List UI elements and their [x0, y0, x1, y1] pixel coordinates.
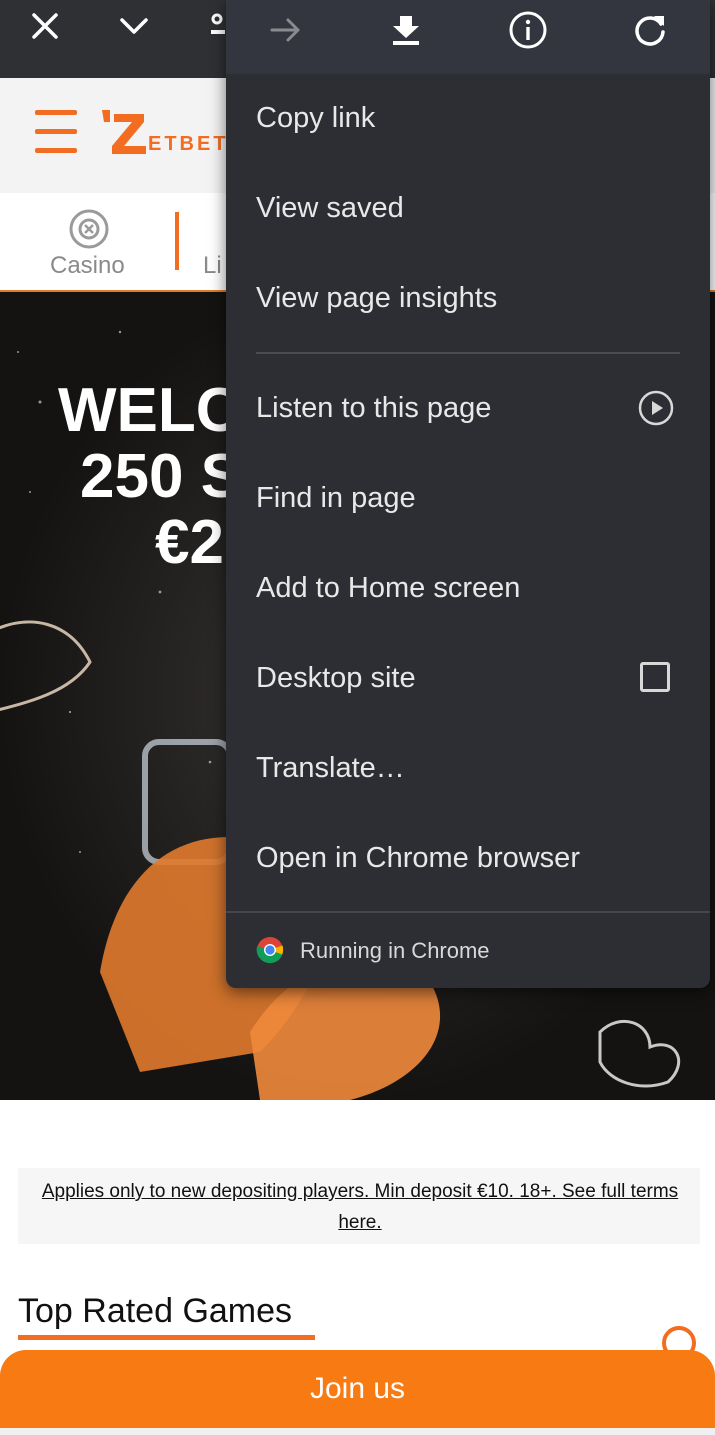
- chevron-down-icon[interactable]: [118, 10, 150, 42]
- category-casino[interactable]: Casino: [50, 252, 125, 280]
- menu-separator: [256, 352, 680, 354]
- menu-item-view-page-insights[interactable]: View page insights: [256, 282, 497, 315]
- menu-item-translate[interactable]: Translate…: [256, 752, 405, 785]
- section-underline: [18, 1335, 315, 1340]
- menu-item-find-in-page[interactable]: Find in page: [256, 482, 416, 515]
- menu-footer-separator: [226, 911, 710, 913]
- menu-item-copy-link[interactable]: Copy link: [256, 102, 375, 135]
- refresh-icon[interactable]: [630, 10, 670, 50]
- play-circle-icon[interactable]: [638, 390, 674, 426]
- category-live[interactable]: Li: [203, 252, 222, 280]
- roulette-icon: [69, 209, 109, 249]
- join-us-button[interactable]: Join us: [0, 1350, 715, 1428]
- hero-headline-line-3: €2: [155, 508, 224, 577]
- menu-item-view-saved[interactable]: View saved: [256, 192, 404, 225]
- terms-link[interactable]: Applies only to new depositing players. …: [30, 1176, 690, 1238]
- hero-headline-line-1: WELC: [58, 376, 241, 445]
- info-icon[interactable]: [508, 10, 548, 50]
- hamburger-menu-button[interactable]: [35, 110, 77, 154]
- desktop-site-checkbox[interactable]: [640, 662, 670, 692]
- menu-item-listen-to-page[interactable]: Listen to this page: [256, 392, 491, 425]
- section-title: Top Rated Games: [18, 1292, 293, 1330]
- hero-headline-line-2: 250 S: [80, 442, 243, 511]
- close-icon[interactable]: [29, 10, 61, 42]
- menu-item-desktop-site[interactable]: Desktop site: [256, 662, 416, 695]
- bottom-divider: [0, 1428, 715, 1435]
- menu-item-add-to-home-screen[interactable]: Add to Home screen: [256, 572, 520, 605]
- logo-text: ETBET: [148, 133, 229, 155]
- download-icon[interactable]: [388, 12, 424, 48]
- menu-item-open-in-chrome[interactable]: Open in Chrome browser: [256, 842, 580, 875]
- forward-arrow-icon[interactable]: [268, 12, 304, 48]
- menu-icon-row: [226, 0, 710, 74]
- category-divider: [175, 212, 179, 270]
- chrome-logo-icon: [256, 937, 284, 964]
- running-in-chrome-label: Running in Chrome: [300, 938, 490, 963]
- overflow-menu: Copy link View saved View page insights …: [226, 0, 710, 988]
